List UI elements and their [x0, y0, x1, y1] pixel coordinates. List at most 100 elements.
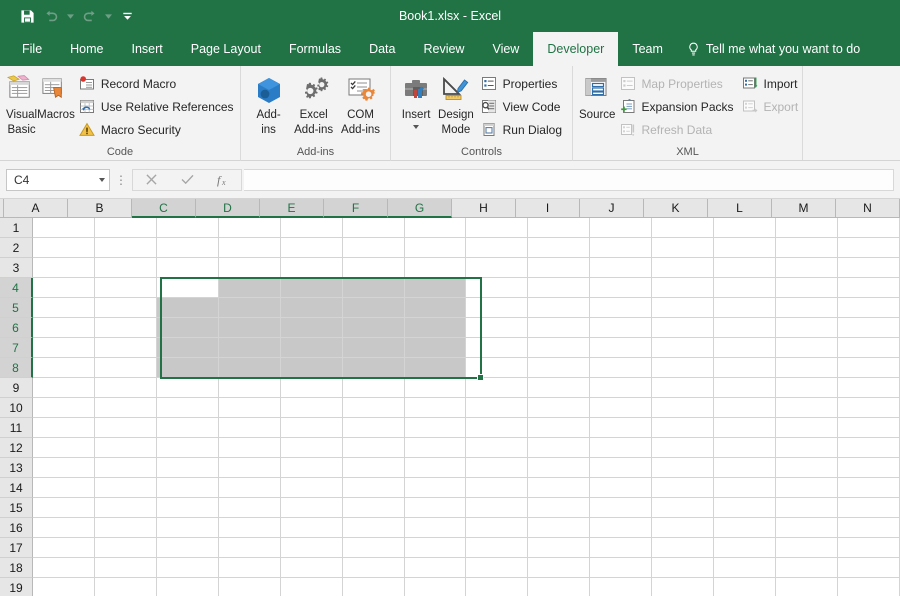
cell-b15[interactable]: [94, 498, 157, 518]
column-header-d[interactable]: D: [196, 199, 260, 218]
cell-h14[interactable]: [466, 478, 529, 498]
cell-g18[interactable]: [404, 558, 467, 578]
cell-c7[interactable]: [156, 338, 219, 358]
cell-g8[interactable]: [404, 358, 467, 378]
cell-d12[interactable]: [218, 438, 281, 458]
cell-h13[interactable]: [466, 458, 529, 478]
cell-f1[interactable]: [342, 218, 405, 238]
cell-c13[interactable]: [156, 458, 219, 478]
cell-f5[interactable]: [342, 298, 405, 318]
cell-k15[interactable]: [652, 498, 715, 518]
cell-a18[interactable]: [33, 558, 95, 578]
cell-f16[interactable]: [342, 518, 405, 538]
worksheet-grid[interactable]: ABCDEFGHIJKLMN 1 2 3 4 5 6 7 8 9 10 11 12 13 14 15 16 17…: [0, 199, 900, 596]
cell-d8[interactable]: [218, 358, 281, 378]
cell-m2[interactable]: [776, 238, 838, 258]
cell-n1[interactable]: [837, 218, 900, 238]
column-header-i[interactable]: I: [516, 199, 580, 218]
cell-g10[interactable]: [404, 398, 467, 418]
cell-d11[interactable]: [218, 418, 281, 438]
cell-m15[interactable]: [776, 498, 838, 518]
cell-g11[interactable]: [404, 418, 467, 438]
undo-dropdown-icon[interactable]: [64, 5, 76, 27]
cell-j6[interactable]: [590, 318, 653, 338]
tab-view[interactable]: View: [478, 32, 533, 66]
cell-c1[interactable]: [156, 218, 219, 238]
cell-f3[interactable]: [342, 258, 405, 278]
cell-d17[interactable]: [218, 538, 281, 558]
cell-i18[interactable]: [528, 558, 591, 578]
cell-i13[interactable]: [528, 458, 591, 478]
cell-c19[interactable]: [156, 578, 219, 596]
cell-l12[interactable]: [714, 438, 777, 458]
cell-b3[interactable]: [94, 258, 157, 278]
view-code-button[interactable]: View Code: [477, 95, 566, 118]
cell-j10[interactable]: [590, 398, 653, 418]
cell-l16[interactable]: [714, 518, 777, 538]
macros-button[interactable]: Macros: [37, 70, 75, 122]
cell-i3[interactable]: [528, 258, 591, 278]
cell-k3[interactable]: [652, 258, 715, 278]
cell-l15[interactable]: [714, 498, 777, 518]
cell-d10[interactable]: [218, 398, 281, 418]
row-header-16[interactable]: 16: [0, 518, 33, 538]
cell-i17[interactable]: [528, 538, 591, 558]
cell-f11[interactable]: [342, 418, 405, 438]
cell-g17[interactable]: [404, 538, 467, 558]
cell-j4[interactable]: [590, 278, 653, 298]
cell-b4[interactable]: [94, 278, 157, 298]
cell-i16[interactable]: [528, 518, 591, 538]
cell-l11[interactable]: [714, 418, 777, 438]
cell-g2[interactable]: [404, 238, 467, 258]
cell-d5[interactable]: [218, 298, 281, 318]
cell-m17[interactable]: [776, 538, 838, 558]
design-mode-button[interactable]: Design Mode: [435, 70, 476, 137]
tab-home[interactable]: Home: [56, 32, 117, 66]
cell-b12[interactable]: [94, 438, 157, 458]
cell-j13[interactable]: [590, 458, 653, 478]
cell-n18[interactable]: [837, 558, 900, 578]
row-header-14[interactable]: 14: [0, 478, 33, 498]
cell-c11[interactable]: [156, 418, 219, 438]
cell-c18[interactable]: [156, 558, 219, 578]
cell-c8[interactable]: [156, 358, 219, 378]
cell-l5[interactable]: [714, 298, 777, 318]
cell-b11[interactable]: [94, 418, 157, 438]
cell-l13[interactable]: [714, 458, 777, 478]
cell-f15[interactable]: [342, 498, 405, 518]
cell-d19[interactable]: [218, 578, 281, 596]
cell-h3[interactable]: [466, 258, 529, 278]
cell-f6[interactable]: [342, 318, 405, 338]
cell-n5[interactable]: [837, 298, 900, 318]
cell-k14[interactable]: [652, 478, 715, 498]
cell-k16[interactable]: [652, 518, 715, 538]
cell-g3[interactable]: [404, 258, 467, 278]
column-header-n[interactable]: N: [836, 199, 900, 218]
cell-f17[interactable]: [342, 538, 405, 558]
cell-e11[interactable]: [280, 418, 343, 438]
row-header-8[interactable]: 8: [0, 358, 33, 378]
cell-l14[interactable]: [714, 478, 777, 498]
cell-d3[interactable]: [218, 258, 281, 278]
cell-l19[interactable]: [714, 578, 777, 596]
cell-f8[interactable]: [342, 358, 405, 378]
row-header-1[interactable]: 1: [0, 218, 33, 238]
cell-c17[interactable]: [156, 538, 219, 558]
cell-l18[interactable]: [714, 558, 777, 578]
cell-n7[interactable]: [837, 338, 900, 358]
cell-n6[interactable]: [837, 318, 900, 338]
cell-k4[interactable]: [652, 278, 715, 298]
column-header-g[interactable]: G: [388, 199, 452, 218]
cell-f4[interactable]: [342, 278, 405, 298]
cell-m9[interactable]: [776, 378, 838, 398]
cell-g7[interactable]: [404, 338, 467, 358]
save-icon[interactable]: [16, 5, 38, 27]
cell-c4[interactable]: [156, 278, 219, 298]
cell-c3[interactable]: [156, 258, 219, 278]
cell-b8[interactable]: [94, 358, 157, 378]
cell-m7[interactable]: [776, 338, 838, 358]
cell-h16[interactable]: [466, 518, 529, 538]
cell-m5[interactable]: [776, 298, 838, 318]
insert-control-button[interactable]: Insert: [397, 70, 435, 129]
cell-l6[interactable]: [714, 318, 777, 338]
